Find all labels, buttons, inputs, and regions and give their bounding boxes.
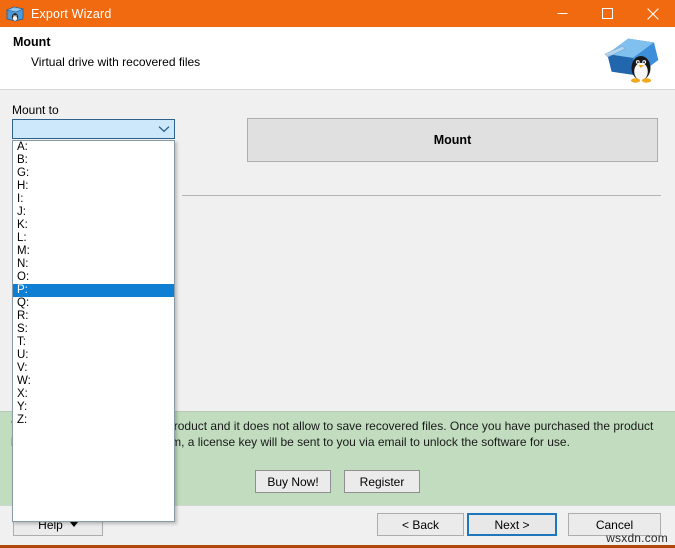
dropdown-option[interactable]: N:: [13, 258, 174, 271]
blue-disk-penguin-illustration: [603, 32, 665, 86]
mount-button-label: Mount: [434, 133, 471, 147]
dropdown-option[interactable]: X:: [13, 388, 174, 401]
dropdown-option[interactable]: L:: [13, 232, 174, 245]
window-controls: [540, 0, 675, 27]
mount-drive-combobox[interactable]: [12, 119, 175, 139]
next-button[interactable]: Next >: [467, 513, 557, 536]
minimize-icon[interactable]: [540, 0, 585, 27]
maximize-icon[interactable]: [585, 0, 630, 27]
close-icon[interactable]: [630, 0, 675, 27]
register-button[interactable]: Register: [344, 470, 420, 493]
watermark: wsxdn.com: [606, 531, 668, 545]
section-divider: [182, 195, 661, 196]
dropdown-option[interactable]: S:: [13, 323, 174, 336]
dropdown-option[interactable]: Z:: [13, 414, 174, 427]
back-button[interactable]: < Back: [377, 513, 464, 536]
wizard-body: Mount to Mount A:B:G:H:I:J:K:L:M:N:O:P:Q…: [0, 91, 675, 411]
dropdown-option[interactable]: H:: [13, 180, 174, 193]
dropdown-option[interactable]: O:: [13, 271, 174, 284]
dropdown-option[interactable]: K:: [13, 219, 174, 232]
page-subtitle: Virtual drive with recovered files: [31, 55, 200, 69]
mount-drive-dropdown-list[interactable]: A:B:G:H:I:J:K:L:M:N:O:P:Q:R:S:T:U:V:W:X:…: [12, 140, 175, 522]
dropdown-option[interactable]: M:: [13, 245, 174, 258]
dropdown-option[interactable]: T:: [13, 336, 174, 349]
dropdown-option[interactable]: U:: [13, 349, 174, 362]
dropdown-option[interactable]: G:: [13, 167, 174, 180]
wizard-header: Mount Virtual drive with recovered files: [0, 27, 675, 90]
title-bar: Export Wizard: [0, 0, 675, 27]
dropdown-option[interactable]: R:: [13, 310, 174, 323]
dropdown-option[interactable]: V:: [13, 362, 174, 375]
mount-button[interactable]: Mount: [247, 118, 658, 162]
window-title: Export Wizard: [31, 7, 111, 21]
drive-penguin-icon: [6, 5, 24, 23]
dropdown-option[interactable]: J:: [13, 206, 174, 219]
caret-down-icon: [70, 522, 78, 527]
dropdown-option[interactable]: Q:: [13, 297, 174, 310]
dropdown-option[interactable]: A:: [13, 141, 174, 154]
export-wizard-window: Export Wizard Mount Virtual drive with r…: [0, 0, 675, 548]
chevron-down-icon[interactable]: [154, 125, 174, 133]
buy-now-button[interactable]: Buy Now!: [255, 470, 331, 493]
dropdown-option[interactable]: B:: [13, 154, 174, 167]
page-title: Mount: [13, 35, 50, 49]
mount-to-label: Mount to: [12, 103, 59, 117]
dropdown-option[interactable]: I:: [13, 193, 174, 206]
dropdown-option[interactable]: W:: [13, 375, 174, 388]
dropdown-option[interactable]: Y:: [13, 401, 174, 414]
dropdown-option[interactable]: P:: [13, 284, 174, 297]
